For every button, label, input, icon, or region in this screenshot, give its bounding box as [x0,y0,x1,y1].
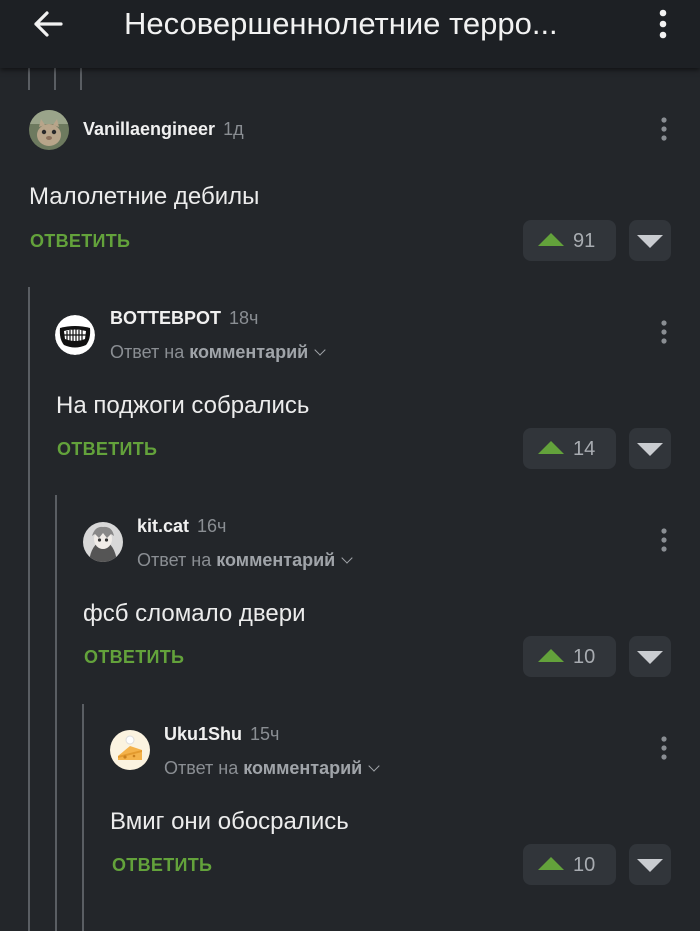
comment-author[interactable]: BOTTEBPOT 18ч [110,308,258,329]
vote-count: 10 [573,646,596,668]
downvote-arrow-icon [637,859,663,872]
reply-target[interactable]: комментарий [189,342,308,362]
downvote-button[interactable] [629,428,671,469]
chevron-down-icon [314,344,326,356]
overflow-menu-button[interactable] [648,4,678,44]
anime-avatar-icon [83,522,123,562]
reply-button[interactable]: ОТВЕТИТЬ [112,855,212,876]
back-button[interactable] [24,4,72,44]
page-title: Несовершеннолетние терро... [124,6,558,41]
comment-text: На поджоги собрались [56,392,310,419]
comment-time: 1д [223,119,244,139]
upvote-arrow-icon [538,233,564,246]
comment-author[interactable]: Uku1Shu 15ч [164,724,279,745]
comment-menu-button[interactable] [654,316,674,348]
downvote-button[interactable] [629,636,671,677]
comment-menu-button[interactable] [654,732,674,764]
kebab-menu-icon [661,320,667,344]
cat-avatar-icon [29,110,69,150]
reply-to-link[interactable]: Ответ на комментарий [137,550,353,571]
username[interactable]: Vanillaengineer [83,119,215,139]
comment-text: фсб сломало двери [83,600,306,627]
kebab-menu-icon [659,9,667,39]
comment-menu-button[interactable] [654,113,674,145]
thread-line [82,704,84,931]
avatar[interactable] [55,315,95,355]
thread-line [28,287,30,931]
downvote-arrow-icon [637,443,663,456]
reply-prefix: Ответ на [137,550,212,570]
comment-time: 16ч [197,516,227,536]
reply-target[interactable]: комментарий [243,758,362,778]
comment-text: Малолетние дебилы [29,183,260,210]
username[interactable]: BOTTEBPOT [110,308,221,328]
upvote-arrow-icon [538,857,564,870]
chevron-down-icon [368,760,380,772]
downvote-button[interactable] [629,844,671,885]
username[interactable]: Uku1Shu [164,724,242,744]
reply-prefix: Ответ на [110,342,185,362]
app-screen: Несовершеннолетние терро... Vanillaengin… [0,0,700,931]
thread-line [55,495,57,931]
vote-count: 10 [573,854,596,876]
grin-face-avatar-icon [55,315,95,355]
avatar[interactable] [83,522,123,562]
upvote-button[interactable]: 10 [523,636,616,677]
thread-line [28,68,30,90]
upvote-button[interactable]: 10 [523,844,616,885]
comment-author[interactable]: Vanillaengineer 1д [83,119,244,140]
reply-button[interactable]: ОТВЕТИТЬ [30,231,130,252]
comment-time: 15ч [250,724,280,744]
top-app-bar: Несовершеннолетние терро... [0,0,700,68]
kebab-menu-icon [661,736,667,760]
chevron-down-icon [341,552,353,564]
avatar[interactable] [29,110,69,150]
reply-to-link[interactable]: Ответ на комментарий [164,758,380,779]
reply-to-link[interactable]: Ответ на комментарий [110,342,326,363]
vote-count: 91 [573,230,596,252]
comment-author[interactable]: kit.cat 16ч [137,516,226,537]
comment-time: 18ч [229,308,259,328]
cheese-avatar-icon [110,730,150,770]
downvote-arrow-icon [637,235,663,248]
thread-line [80,68,82,90]
kebab-menu-icon [661,117,667,141]
upvote-arrow-icon [538,441,564,454]
upvote-arrow-icon [538,649,564,662]
upvote-button[interactable]: 14 [523,428,616,469]
reply-prefix: Ответ на [164,758,239,778]
comment-menu-button[interactable] [654,524,674,556]
upvote-button[interactable]: 91 [523,220,616,261]
username[interactable]: kit.cat [137,516,189,536]
avatar[interactable] [110,730,150,770]
kebab-menu-icon [661,528,667,552]
reply-button[interactable]: ОТВЕТИТЬ [57,439,157,460]
comment-text: Вмиг они обосрались [110,808,349,835]
thread-line [54,68,56,90]
vote-count: 14 [573,438,596,460]
downvote-arrow-icon [637,651,663,664]
reply-button[interactable]: ОТВЕТИТЬ [84,647,184,668]
downvote-button[interactable] [629,220,671,261]
arrow-left-icon [34,11,63,37]
reply-target[interactable]: комментарий [216,550,335,570]
